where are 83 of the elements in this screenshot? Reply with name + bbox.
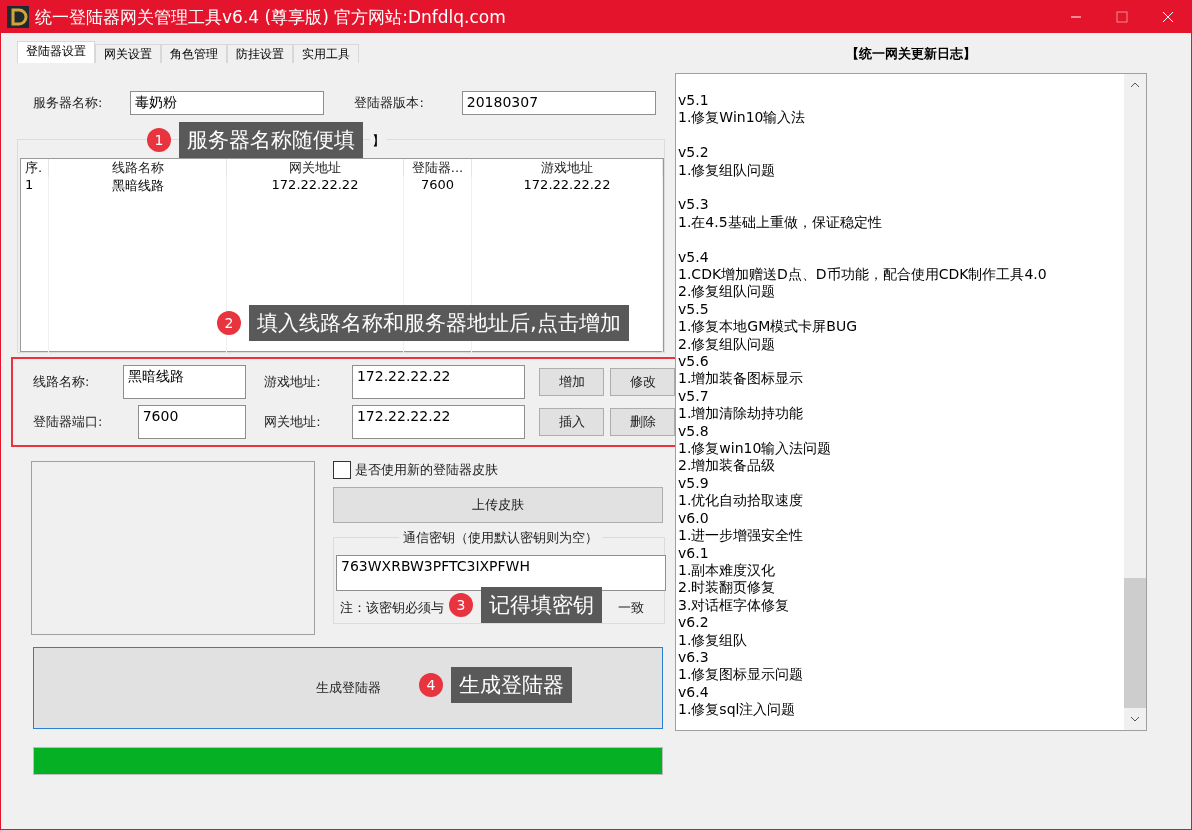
- version-line: v6.4: [678, 683, 710, 702]
- game-address-field[interactable]: 172.22.22.22: [351, 365, 525, 399]
- route-name-field[interactable]: 黑暗线路: [122, 365, 247, 399]
- log-line: 2.修复组队问题: [678, 335, 777, 354]
- upload-skin-button[interactable]: 上传皮肤: [333, 487, 663, 523]
- field-label: 网关地址:: [264, 413, 322, 431]
- callout-tooltip: 填入线路名称和服务器地址后,点击增加: [249, 305, 629, 341]
- version-line: v6.3: [678, 648, 710, 667]
- scrollbar-thumb[interactable]: [1124, 578, 1146, 708]
- field-label: 线路名称:: [33, 373, 91, 391]
- callout-tooltip: 生成登陆器: [451, 667, 572, 703]
- version-line: v5.5: [678, 300, 710, 319]
- version-line: v6.2: [678, 614, 710, 632]
- log-line: 1.副本难度汉化: [678, 561, 777, 580]
- note-text: 注：该密钥必须与: [339, 599, 444, 617]
- delete-button[interactable]: 删除: [610, 408, 675, 436]
- table-cell: 172.22.22.22: [472, 177, 663, 195]
- column-header[interactable]: 线路名称: [49, 159, 227, 177]
- log-line: 3.对话框字体修复: [678, 596, 791, 615]
- version-line: v5.1: [678, 92, 710, 110]
- group-title: 】: [370, 132, 387, 150]
- window-title: 统一登陆器网关管理工具v6.4 (尊享版) 官方网站:Dnfdlq.com: [35, 5, 507, 29]
- log-line: 2.增加装备品级: [678, 457, 777, 475]
- port-field[interactable]: 7600: [137, 405, 247, 439]
- log-line: 1.修复Win10输入法: [678, 109, 807, 128]
- log-line: 1.修复本地GM模式卡屏BUG: [678, 318, 858, 336]
- checkbox-label[interactable]: 是否使用新的登陆器皮肤: [355, 461, 498, 479]
- edit-button[interactable]: 修改: [610, 368, 675, 396]
- scrollbar[interactable]: [1124, 74, 1146, 730]
- server-name-field[interactable]: 毒奶粉: [130, 91, 325, 115]
- log-line: 1.修复win10输入法问题: [678, 440, 833, 458]
- field-label: 登陆器版本:: [354, 94, 424, 112]
- step-number: 3: [449, 593, 473, 617]
- column-header[interactable]: 序.: [21, 159, 49, 177]
- note-text: 一致: [617, 599, 644, 617]
- tab[interactable]: 登陆器设置: [17, 41, 95, 63]
- log-line: 1.增加清除劫持功能: [678, 405, 805, 423]
- log-line: 1.优化自动拾取速度: [678, 492, 805, 510]
- log-line: 2.时装翻页修复: [678, 579, 777, 597]
- version-line: v5.7: [678, 387, 710, 406]
- gateway-address-field[interactable]: 172.22.22.22: [351, 405, 525, 439]
- log-line: 1.增加装备图标显示: [678, 370, 805, 388]
- insert-button[interactable]: 插入: [539, 408, 604, 436]
- version-line: v6.1: [678, 544, 710, 562]
- log-line: 1.修复组队: [678, 631, 749, 649]
- log-line: 1.在4.5基础上重做，保证稳定性: [678, 213, 883, 232]
- tab[interactable]: 网关设置: [95, 44, 161, 63]
- table-cell: 黑暗线路: [49, 177, 227, 195]
- tab[interactable]: 实用工具: [293, 44, 359, 63]
- table-cell: 7600: [404, 177, 472, 195]
- field-label: 服务器名称:: [33, 94, 103, 112]
- step-number: 1: [147, 128, 171, 152]
- version-line: v6.0: [678, 509, 710, 528]
- callout-tooltip: 记得填密钥: [481, 587, 602, 623]
- tab[interactable]: 防挂设置: [227, 44, 293, 63]
- column-header[interactable]: 登陆器...: [404, 159, 472, 177]
- callout-tooltip: 服务器名称随便填: [179, 122, 363, 158]
- letter-d-logo-icon: [7, 6, 29, 28]
- checkbox[interactable]: [333, 461, 351, 479]
- log-line: 1.修复sql注入问题: [678, 701, 797, 719]
- log-line: 1.CDK增加赠送D点、D币功能，配合使用CDK制作工具4.0: [678, 266, 1048, 284]
- group-title: 通信密钥（使用默认密钥则为空）: [398, 529, 602, 547]
- key-field[interactable]: 763WXRBW3PFTC3IXPFWH: [336, 555, 666, 591]
- version-line: v5.4: [678, 248, 710, 266]
- version-line: v5.3: [678, 196, 710, 214]
- log-line: 2.修复组队问题: [678, 283, 777, 301]
- column-header[interactable]: 网关地址: [227, 159, 404, 177]
- version-line: v5.2: [678, 144, 710, 162]
- table-cell: 172.22.22.22: [227, 177, 404, 195]
- version-line: v5.9: [678, 474, 710, 493]
- column-header[interactable]: 游戏地址: [472, 159, 663, 177]
- version-line: v5.8: [678, 422, 710, 441]
- log-line: 1.修复组队问题: [678, 161, 777, 180]
- add-button[interactable]: 增加: [539, 368, 604, 396]
- field-label: 游戏地址:: [264, 373, 322, 391]
- version-field[interactable]: 20180307: [461, 91, 656, 115]
- table-cell: 1: [21, 177, 49, 195]
- log-title: 【统一网关更新日志】: [846, 45, 976, 63]
- log-line: 1.修复图标显示问题: [678, 666, 805, 684]
- log-line: 1.进一步增强安全性: [678, 527, 805, 545]
- tab[interactable]: 角色管理: [161, 44, 227, 63]
- field-label: 登陆器端口:: [33, 413, 104, 431]
- version-line: v5.6: [678, 353, 710, 371]
